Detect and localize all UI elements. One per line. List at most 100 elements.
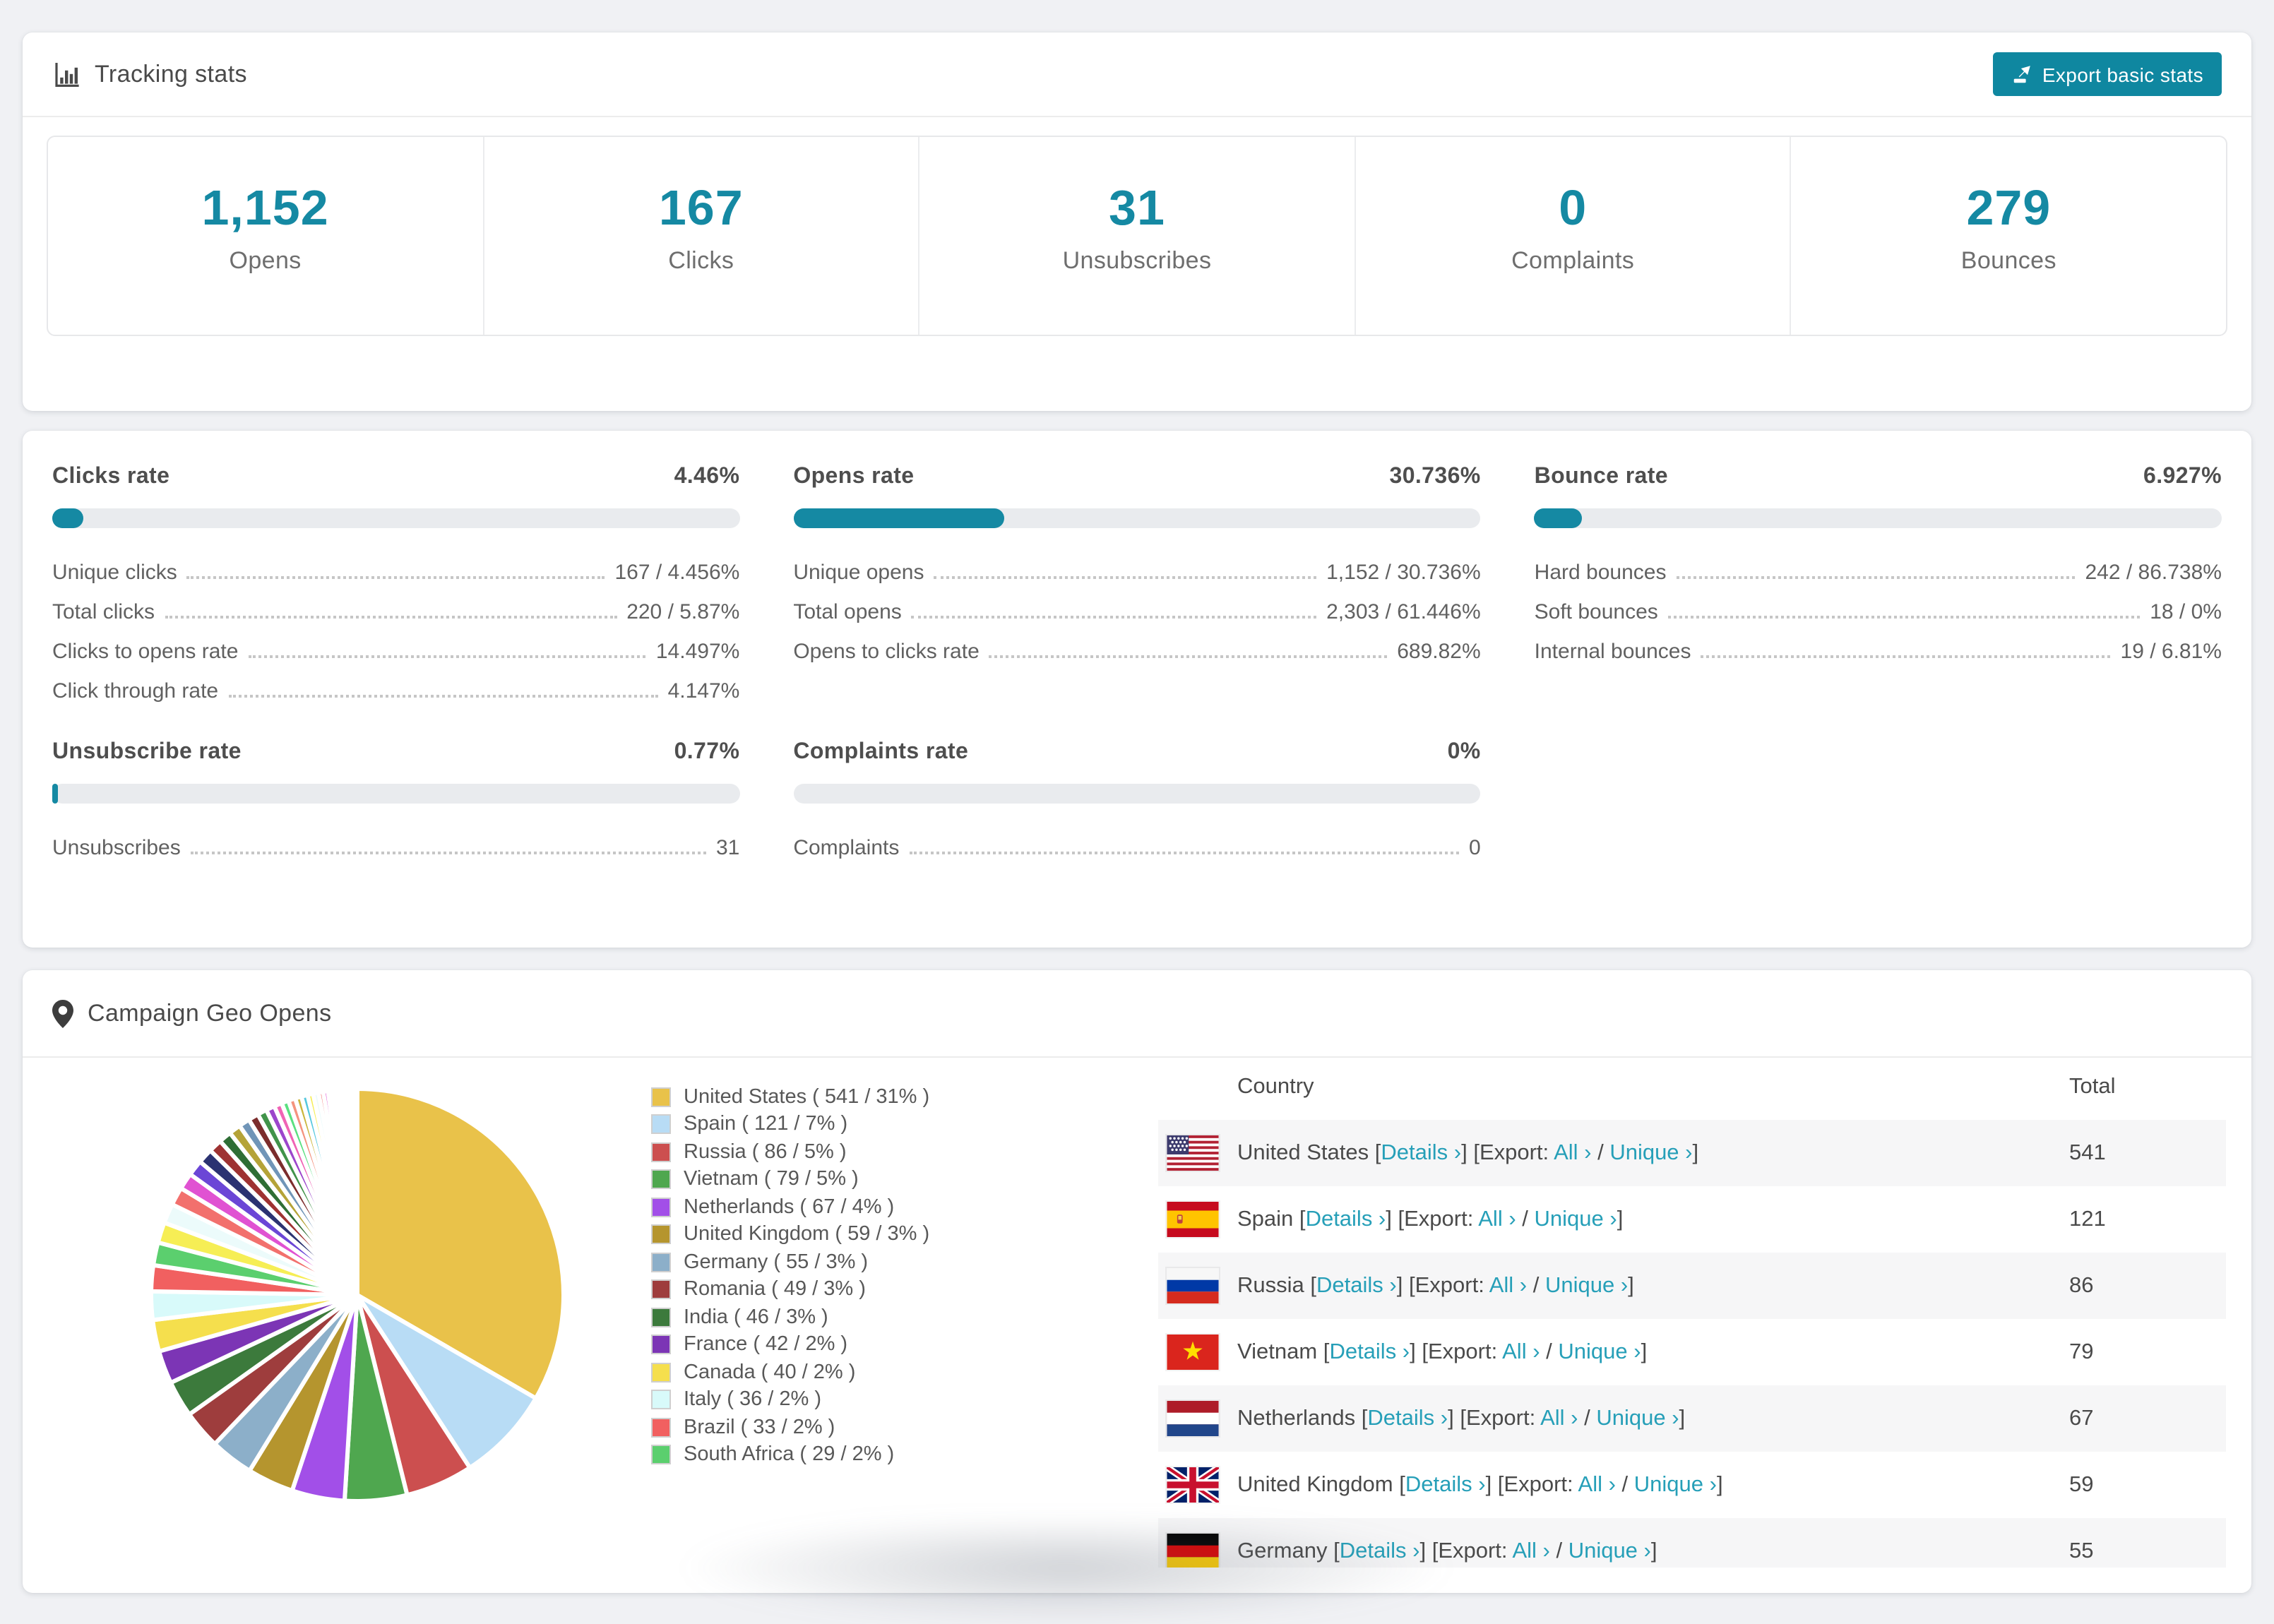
export-unique-link[interactable]: Unique › bbox=[1568, 1539, 1651, 1563]
legend-label: Italy ( 36 / 2% ) bbox=[684, 1388, 822, 1411]
legend-label: United Kingdom ( 59 / 3% ) bbox=[684, 1223, 930, 1246]
geo-opens-header: Campaign Geo Opens bbox=[23, 970, 2251, 1058]
details-link[interactable]: Details › bbox=[1367, 1406, 1448, 1430]
total-value: 541 bbox=[2069, 1140, 2106, 1164]
stat-value: 1,152 bbox=[201, 181, 329, 236]
dotted-leader bbox=[228, 695, 658, 698]
geo-opens-pie-chart bbox=[148, 1086, 566, 1503]
rate-panel-opens-rate: Opens rate 30.736% Unique opens 1,152 / 30.… bbox=[793, 465, 1481, 703]
stat-value: 279 bbox=[1966, 181, 2052, 236]
export-all-link[interactable]: All › bbox=[1512, 1539, 1549, 1563]
export-prefix: Export: bbox=[1438, 1539, 1508, 1563]
rate-panel-unsubscribe-rate: Unsubscribe rate 0.77% Unsubscribes 31 bbox=[52, 740, 740, 860]
geo-table-row: Spain [Details ›] [Export: All › / Uniqu… bbox=[1158, 1186, 2226, 1253]
total-value: 86 bbox=[2069, 1273, 2094, 1297]
legend-item: Romania ( 49 / 3% ) bbox=[651, 1276, 929, 1303]
ru-flag-icon bbox=[1167, 1268, 1219, 1303]
legend-label: India ( 46 / 3% ) bbox=[684, 1306, 828, 1329]
rate-panel-value: 4.46% bbox=[674, 465, 740, 489]
metric-row: Clicks to opens rate 14.497% bbox=[52, 624, 739, 664]
details-link[interactable]: Details › bbox=[1405, 1472, 1486, 1496]
stat-label: Bounces bbox=[1960, 247, 2056, 274]
metric-row: Total clicks 220 / 5.87% bbox=[52, 585, 739, 624]
metric-value: 1,152 / 30.736% bbox=[1326, 561, 1481, 585]
legend-swatch-icon bbox=[651, 1197, 671, 1217]
rate-panel-title: Bounce rate bbox=[1534, 465, 1668, 489]
details-link[interactable]: Details › bbox=[1381, 1140, 1461, 1164]
metric-row: Total opens 2,303 / 61.446% bbox=[793, 585, 1480, 624]
progress-fill bbox=[1534, 508, 1583, 528]
export-prefix: Export: bbox=[1404, 1207, 1474, 1231]
country-name: Russia bbox=[1237, 1273, 1304, 1297]
export-unique-link[interactable]: Unique › bbox=[1535, 1207, 1617, 1231]
legend-item: United States ( 541 / 31% ) bbox=[651, 1083, 929, 1111]
legend-item: South Africa ( 29 / 2% ) bbox=[651, 1441, 929, 1469]
stat-box-clicks: 167 Clicks bbox=[484, 137, 920, 335]
export-prefix: Export: bbox=[1428, 1339, 1498, 1363]
geo-table-row: Germany [Details ›] [Export: All › / Uni… bbox=[1158, 1518, 2226, 1568]
export-basic-stats-button[interactable]: Export basic stats bbox=[1992, 52, 2222, 96]
legend-swatch-icon bbox=[651, 1252, 671, 1272]
export-all-link[interactable]: All › bbox=[1540, 1406, 1578, 1430]
metric-label: Soft bounces bbox=[1534, 600, 1658, 624]
export-unique-link[interactable]: Unique › bbox=[1609, 1140, 1692, 1164]
export-all-link[interactable]: All › bbox=[1502, 1339, 1540, 1363]
details-link[interactable]: Details › bbox=[1316, 1273, 1397, 1297]
metric-row: Hard bounces 242 / 86.738% bbox=[1535, 545, 2222, 585]
vn-flag-icon bbox=[1167, 1335, 1219, 1370]
export-all-link[interactable]: All › bbox=[1478, 1207, 1516, 1231]
summary-stats-strip: 1,152 Opens 167 Clicks 31 Unsubscribes 0 Compla… bbox=[47, 136, 2227, 336]
metric-label: Opens to clicks rate bbox=[793, 640, 980, 664]
geo-table-row: United States [Details ›] [Export: All ›… bbox=[1158, 1120, 2226, 1186]
legend-item: Brazil ( 33 / 2% ) bbox=[651, 1414, 929, 1441]
legend-item: Netherlands ( 67 / 4% ) bbox=[651, 1193, 929, 1221]
nl-flag-icon bbox=[1167, 1401, 1219, 1436]
details-link[interactable]: Details › bbox=[1340, 1539, 1420, 1563]
dotted-leader bbox=[186, 576, 605, 579]
legend-item: Germany ( 55 / 3% ) bbox=[651, 1248, 929, 1276]
details-link[interactable]: Details › bbox=[1329, 1339, 1410, 1363]
legend-swatch-icon bbox=[651, 1114, 671, 1135]
dotted-leader bbox=[1676, 576, 2076, 579]
metric-value: 167 / 4.456% bbox=[614, 561, 740, 585]
legend-item: United Kingdom ( 59 / 3% ) bbox=[651, 1221, 929, 1248]
export-all-link[interactable]: All › bbox=[1489, 1273, 1527, 1297]
export-unique-link[interactable]: Unique › bbox=[1596, 1406, 1679, 1430]
stat-value: 31 bbox=[1109, 181, 1165, 236]
metric-value: 2,303 / 61.446% bbox=[1326, 600, 1481, 624]
export-all-link[interactable]: All › bbox=[1554, 1140, 1591, 1164]
total-value: 79 bbox=[2069, 1339, 2094, 1363]
progress-track bbox=[52, 784, 740, 804]
metric-label: Hard bounces bbox=[1534, 561, 1667, 585]
stat-box-bounces: 279 Bounces bbox=[1792, 137, 2226, 335]
stat-value: 0 bbox=[1559, 181, 1588, 236]
total-value: 67 bbox=[2069, 1406, 2094, 1430]
metric-row: Unique clicks 167 / 4.456% bbox=[52, 545, 739, 585]
es-flag-icon bbox=[1167, 1202, 1219, 1237]
metric-label: Internal bounces bbox=[1534, 640, 1691, 664]
dotted-leader bbox=[165, 616, 617, 619]
metric-row: Soft bounces 18 / 0% bbox=[1535, 585, 2222, 624]
export-unique-link[interactable]: Unique › bbox=[1545, 1273, 1628, 1297]
legend-item: Spain ( 121 / 7% ) bbox=[651, 1111, 929, 1138]
export-unique-link[interactable]: Unique › bbox=[1634, 1472, 1717, 1496]
export-all-link[interactable]: All › bbox=[1578, 1472, 1616, 1496]
total-value: 121 bbox=[2069, 1207, 2106, 1231]
details-link[interactable]: Details › bbox=[1306, 1207, 1386, 1231]
geo-table-row: Russia [Details ›] [Export: All › / Uniq… bbox=[1158, 1253, 2226, 1319]
progress-track bbox=[1534, 508, 2222, 528]
dotted-leader bbox=[989, 655, 1388, 658]
stat-label: Clicks bbox=[668, 247, 734, 274]
tracking-stats-card: Tracking stats Export basic stats 1,152 O… bbox=[23, 32, 2251, 411]
legend-swatch-icon bbox=[651, 1279, 671, 1300]
legend-label: France ( 42 / 2% ) bbox=[684, 1333, 848, 1356]
metric-row: Unsubscribes 31 bbox=[52, 820, 739, 860]
metric-value: 18 / 0% bbox=[2150, 600, 2222, 624]
export-unique-link[interactable]: Unique › bbox=[1558, 1339, 1641, 1363]
stat-label: Complaints bbox=[1511, 247, 1635, 274]
geo-opens-table: Country Total United States [Details ›] … bbox=[1158, 1055, 2226, 1568]
rate-panel-title: Unsubscribe rate bbox=[52, 740, 242, 764]
rate-panel-value: 6.927% bbox=[2143, 465, 2222, 489]
metric-value: 4.147% bbox=[667, 679, 740, 703]
stat-box-opens: 1,152 Opens bbox=[48, 137, 484, 335]
